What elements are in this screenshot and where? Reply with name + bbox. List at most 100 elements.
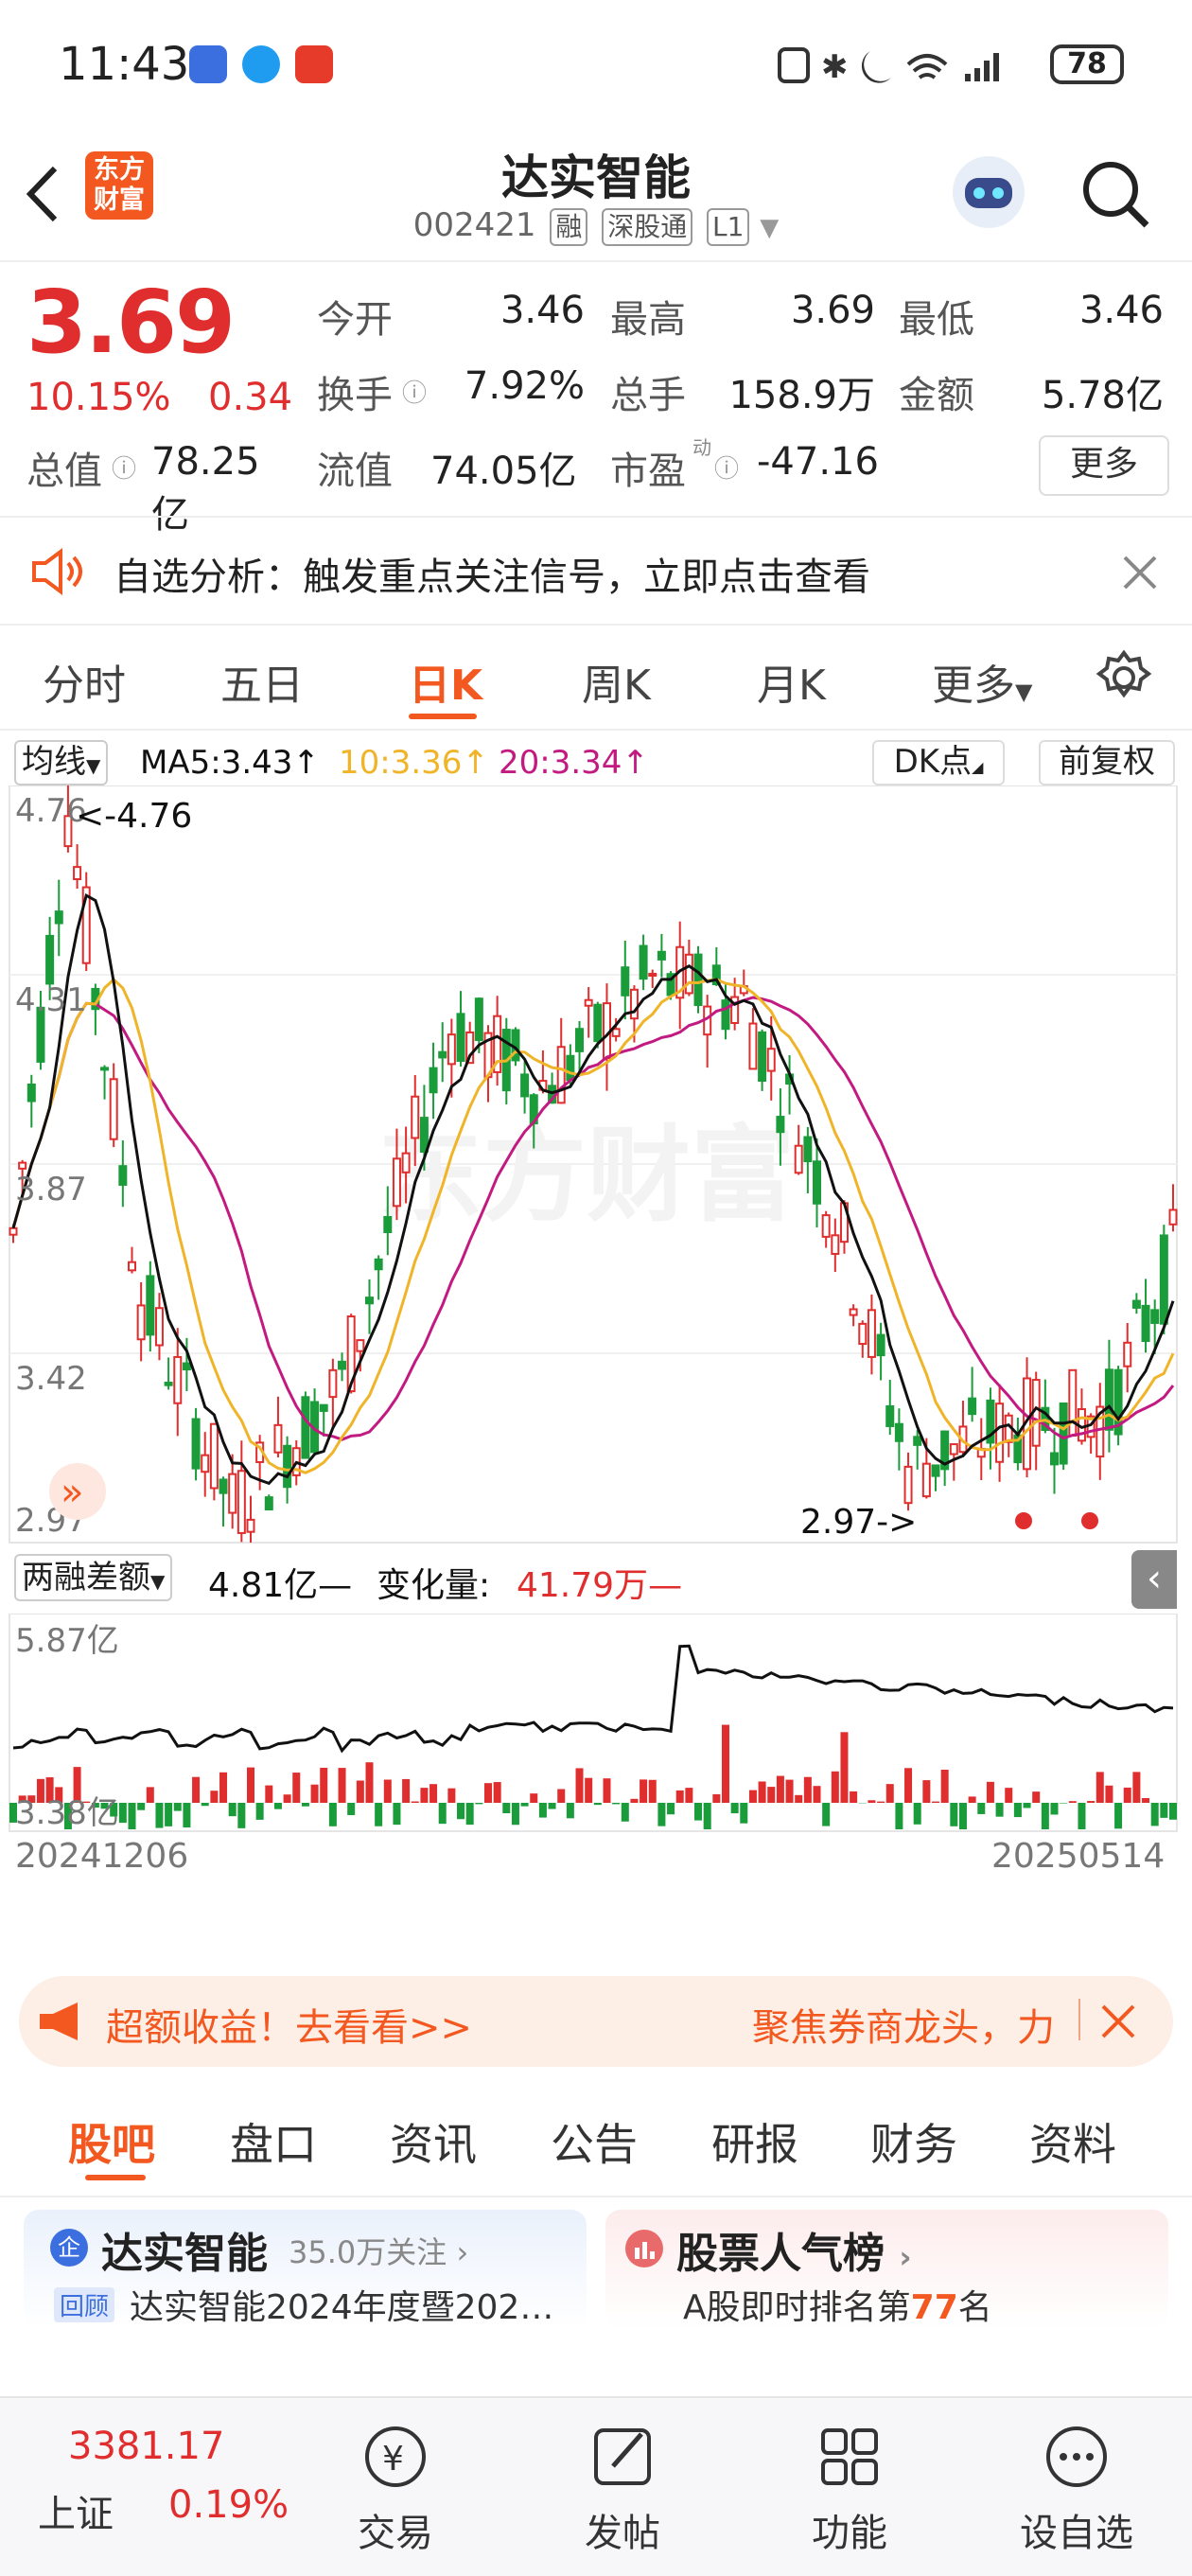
robot-assistant-icon[interactable]	[946, 150, 1031, 235]
tab-weekly-k[interactable]: 周K	[582, 651, 651, 712]
watchlist-settings-icon[interactable]	[1001, 2417, 1152, 2493]
tab-more[interactable]: 更多▼	[932, 651, 1032, 712]
info-icon[interactable]: ⓘ	[714, 450, 739, 485]
float-value-label: 流值	[317, 440, 393, 495]
margin-change-bar	[767, 1787, 775, 1803]
margin-change-bar	[247, 1768, 254, 1803]
low-value: 3.46	[1041, 289, 1164, 332]
candle-body	[933, 1465, 939, 1475]
promo-banner[interactable]: 超额收益！去看看>> 聚焦券商龙头，力	[19, 1976, 1173, 2067]
tab-announcements[interactable]: 公告	[551, 2110, 638, 2173]
candle-body	[266, 1497, 272, 1509]
candle-body	[238, 1471, 245, 1533]
candle-body	[521, 1074, 528, 1096]
margin-change-bar	[1014, 1803, 1022, 1817]
stock-bar-card[interactable]: 企 达实智能 35.0万关注 › 回顾 达实智能2024年度暨202…	[24, 2210, 587, 2328]
margin-change-bar	[594, 1803, 602, 1805]
chart-area[interactable]: 均线▼ MA5:3.43↑ 10:3.36↑ 20:3.34↑ DK点◢ 前复权…	[0, 729, 1192, 1950]
tab-pankou[interactable]: 盘口	[230, 2110, 317, 2173]
megaphone-icon	[36, 2001, 93, 2042]
close-icon[interactable]	[1121, 554, 1159, 591]
promo-left-text: 超额收益！去看看>>	[106, 1997, 472, 2052]
tab-five-day[interactable]: 五日	[220, 651, 304, 712]
collapse-panel-button[interactable]: ‹	[1131, 1550, 1177, 1609]
search-icon[interactable]	[1078, 157, 1154, 233]
margin-change-bar	[439, 1803, 447, 1824]
info-icon[interactable]: ⓘ	[402, 374, 427, 409]
settings-gear-icon[interactable]	[1096, 649, 1152, 706]
margin-chart[interactable]: 5.87亿 3.38亿 20241206 20250514	[0, 1614, 1192, 1869]
candle-body	[10, 1228, 17, 1235]
margin-value: 4.81亿—	[208, 1558, 352, 1607]
dropdown-icon: ▼	[760, 214, 779, 242]
more-button[interactable]: 更多	[1039, 435, 1169, 496]
margin-change-bar	[502, 1803, 510, 1813]
margin-change-bar	[777, 1776, 784, 1803]
margin-change-bar	[1087, 1801, 1095, 1803]
margin-indicator-select[interactable]: 两融差额▼	[14, 1554, 172, 1601]
index-value[interactable]: 3381.17	[68, 2425, 224, 2468]
turnover-label: 换手	[317, 364, 393, 419]
tab-profile[interactable]: 资料	[1029, 2110, 1116, 2173]
margin-change-bar	[512, 1803, 519, 1825]
tab-guba[interactable]: 股吧	[68, 2110, 155, 2173]
quote-panel: 3.69 10.15% 0.34 今开 3.46 最高 3.69 最低 3.46…	[0, 262, 1192, 513]
y-label-2: 4.31	[15, 981, 87, 1019]
margin-change-bar	[229, 1803, 237, 1816]
candle-body	[1143, 1306, 1149, 1341]
nav-watchlist-settings[interactable]: 设自选	[1001, 2502, 1152, 2557]
index-name[interactable]: 上证	[38, 2483, 114, 2538]
kline-chart[interactable]: 东方财富 4.76 4.31 3.87 3.42 2.97 <-4.76 2.9…	[0, 785, 1192, 1609]
margin-change-bar	[384, 1780, 392, 1803]
candle-body	[111, 1079, 117, 1138]
tab-news[interactable]: 资讯	[390, 2110, 477, 2173]
candle-body	[166, 1383, 172, 1385]
pe-dynamic-sup: 动	[692, 432, 711, 460]
margin-change-bar	[183, 1803, 190, 1827]
index-change[interactable]: 0.19%	[168, 2483, 289, 2527]
popularity-card[interactable]: 股票人气榜 › A股即时排名第77名	[605, 2210, 1168, 2328]
margin-change-bar	[365, 1762, 373, 1803]
margin-change-bar	[922, 1780, 930, 1803]
takeout-notification-icon	[295, 45, 333, 83]
margin-change-bar	[475, 1803, 482, 1804]
margin-change-bar	[494, 1782, 501, 1803]
tab-finance[interactable]: 财务	[870, 2110, 957, 2173]
margin-change-bar	[850, 1791, 857, 1803]
candle-body	[1124, 1343, 1131, 1367]
candle-body	[376, 1260, 382, 1269]
candle-body	[796, 1146, 802, 1173]
margin-change-bar	[722, 1725, 729, 1803]
candle-body	[430, 1068, 437, 1093]
margin-change-bar	[1032, 1791, 1040, 1803]
alert-banner[interactable]: 自选分析：触发重点关注信号，立即点击查看	[0, 516, 1192, 626]
status-time: 11:43	[59, 38, 189, 91]
nav-trade[interactable]: 交易	[320, 2502, 471, 2557]
tab-intraday[interactable]: 分时	[43, 651, 126, 712]
close-icon[interactable]	[1099, 2003, 1137, 2040]
card-desc: 达实智能2024年度暨202…	[130, 2280, 553, 2329]
post-icon[interactable]	[547, 2417, 698, 2493]
margin-y-top: 5.87亿	[15, 1622, 119, 1660]
indicator-select[interactable]: 均线▼	[14, 740, 108, 785]
nav-post[interactable]: 发帖	[547, 2502, 698, 2557]
change-amount: 0.34	[208, 376, 292, 419]
trade-icon[interactable]: ¥	[320, 2417, 471, 2493]
margin-change-bar	[612, 1803, 620, 1804]
margin-change-bar	[640, 1779, 647, 1803]
margin-change-bar	[1096, 1772, 1104, 1803]
high-label: 最高	[610, 289, 686, 344]
info-icon[interactable]: ⓘ	[112, 450, 136, 485]
margin-change-bar	[447, 1789, 455, 1803]
watermark: 东方财富	[378, 1115, 795, 1236]
candle-body	[302, 1397, 308, 1457]
amount-value: 5.78亿	[1022, 364, 1164, 419]
volume-label: 总手	[610, 364, 686, 419]
nav-function[interactable]: 功能	[774, 2502, 925, 2557]
tab-research[interactable]: 研报	[711, 2110, 798, 2173]
function-grid-icon[interactable]	[774, 2417, 925, 2493]
tab-daily-k[interactable]: 日K	[409, 651, 482, 712]
tab-monthly-k[interactable]: 月K	[757, 651, 826, 712]
adjust-button[interactable]: 前复权	[1039, 740, 1175, 785]
dk-point-button[interactable]: DK点◢	[872, 740, 1005, 785]
